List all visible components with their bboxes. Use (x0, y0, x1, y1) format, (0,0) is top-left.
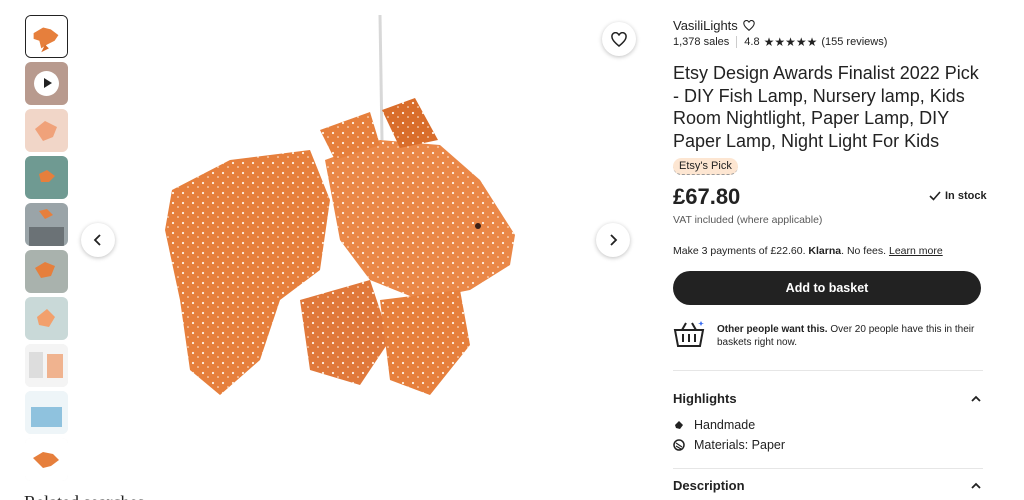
shop-name-link[interactable]: VasiliLights (673, 18, 738, 33)
thumbnail-8[interactable] (25, 344, 68, 387)
section-divider (673, 468, 983, 469)
stock-label: In stock (945, 190, 987, 202)
description-toggle[interactable]: Description (673, 478, 981, 493)
favorite-button[interactable] (602, 22, 636, 56)
etsys-pick-badge[interactable]: Etsy's Pick (673, 158, 738, 175)
chevron-left-icon (93, 234, 101, 246)
thumbnail-1[interactable] (25, 15, 68, 58)
material-icon (673, 439, 685, 451)
thumbnail-6[interactable] (25, 250, 68, 293)
thumbnail-10[interactable] (25, 438, 68, 481)
main-image-area (80, 0, 640, 480)
basket-icon (673, 321, 705, 347)
highlight-handmade: Handmade (673, 418, 755, 432)
highlights-heading: Highlights (673, 391, 737, 406)
thumbnail-list (25, 15, 69, 485)
chevron-up-icon (971, 395, 981, 402)
klarna-suffix: . No fees. (841, 245, 887, 257)
divider (736, 36, 738, 48)
add-to-basket-button[interactable]: Add to basket (673, 271, 981, 305)
thumbnail-4[interactable] (25, 156, 68, 199)
thumbnail-7[interactable] (25, 297, 68, 340)
section-divider (673, 370, 983, 371)
demand-bold: Other people want this. (717, 324, 828, 335)
play-icon (34, 71, 59, 96)
check-icon (929, 191, 941, 201)
hand-icon (675, 421, 683, 429)
highlight-label: Materials: Paper (694, 438, 786, 452)
stock-status: In stock (929, 190, 987, 202)
klarna-prefix: Make 3 payments of £22.60. (673, 245, 806, 257)
demand-notice: Other people want this. Over 20 people h… (673, 320, 983, 349)
demand-text: Other people want this. Over 20 people h… (717, 323, 982, 349)
highlight-materials: Materials: Paper (673, 438, 785, 452)
thumbnail-5[interactable] (25, 203, 68, 246)
related-searches-heading: Related searches (24, 492, 144, 500)
thumbnail-video[interactable] (25, 62, 68, 105)
sales-count: 1,378 sales (673, 36, 730, 48)
chevron-up-icon (971, 482, 981, 489)
vat-note: VAT included (where applicable) (673, 214, 823, 226)
price: £67.80 (673, 184, 741, 209)
shop-row: VasiliLights (673, 18, 755, 33)
rating-value: 4.8 (744, 36, 760, 48)
thumbnail-3[interactable] (25, 109, 68, 152)
klarna-note: Make 3 payments of £22.60. Klarna. No fe… (673, 245, 943, 257)
sales-row: 1,378 sales 4.8 ★★★★★ (155 reviews) (673, 35, 887, 49)
heart-icon[interactable] (743, 20, 755, 31)
heart-icon (611, 31, 627, 47)
thumbnail-9[interactable] (25, 391, 68, 434)
highlights-toggle[interactable]: Highlights (673, 391, 981, 406)
highlight-label: Handmade (694, 418, 756, 432)
next-image-button[interactable] (596, 223, 630, 257)
listing-title: Etsy Design Awards Finalist 2022 Pick - … (673, 63, 979, 151)
product-image[interactable] (80, 0, 640, 480)
reviews-link[interactable]: (155 reviews) (821, 36, 887, 48)
learn-more-link[interactable]: Learn more (889, 245, 943, 257)
chevron-right-icon (610, 234, 618, 246)
previous-image-button[interactable] (81, 223, 115, 257)
description-heading: Description (673, 478, 745, 493)
klarna-brand: Klarna (808, 245, 842, 257)
star-rating-icon: ★★★★★ (763, 35, 818, 49)
